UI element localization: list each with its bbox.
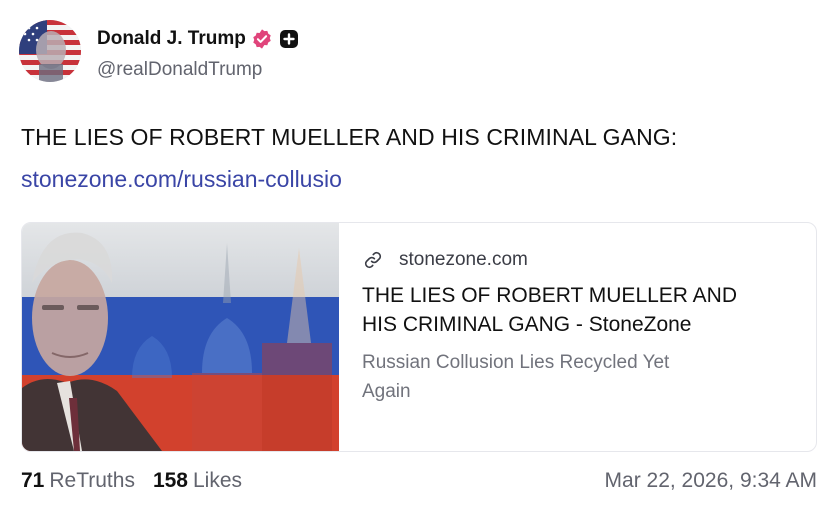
post-timestamp[interactable]: Mar 22, 2026, 9:34 AM [605, 469, 817, 493]
card-title[interactable]: THE LIES OF ROBERT MUELLER AND HIS CRIMI… [362, 281, 742, 339]
retruths-count: 71 [21, 469, 45, 492]
post-stats: 71 ReTruths 158 Likes [21, 469, 242, 493]
plus-square-icon [279, 29, 299, 49]
likes-label: Likes [193, 469, 243, 492]
link-icon [362, 249, 384, 271]
likes-stat[interactable]: 158 Likes [153, 469, 242, 493]
display-name[interactable]: Donald J. Trump [97, 28, 246, 50]
card-domain-row: stonezone.com [362, 245, 782, 275]
likes-count: 158 [152, 469, 188, 492]
post-text: THE LIES OF ROBERT MUELLER AND HIS CRIMI… [21, 124, 678, 150]
retruths-label: ReTruths [49, 469, 135, 492]
verified-badge-icon [251, 28, 273, 50]
avatar[interactable] [19, 20, 81, 82]
card-domain: stonezone.com [399, 249, 528, 270]
link-preview-card[interactable]: stonezone.com THE LIES OF ROBERT MUELLER… [21, 222, 817, 452]
post-link[interactable]: stonezone.com/russian-collusio [21, 166, 342, 193]
card-image [22, 223, 339, 451]
post: Donald J. Trump @realDonaldTrump THE LIE… [0, 0, 840, 521]
author-handle[interactable]: @realDonaldTrump [97, 59, 262, 81]
card-body: stonezone.com THE LIES OF ROBERT MUELLER… [362, 245, 782, 406]
retruths-stat[interactable]: 71 ReTruths [21, 469, 135, 493]
author-name-row: Donald J. Trump [97, 27, 299, 51]
card-description: Russian Collusion Lies Recycled Yet Agai… [362, 352, 670, 402]
